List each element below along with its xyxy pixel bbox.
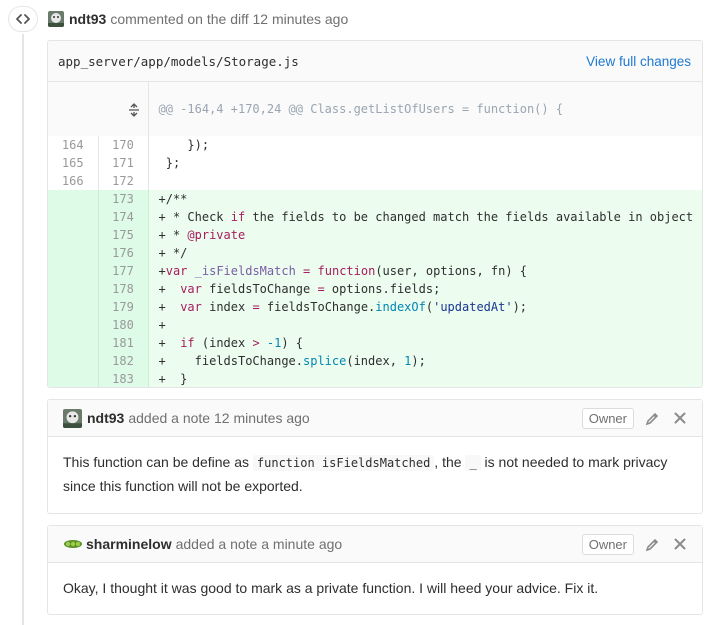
new-line-number[interactable]: 174 xyxy=(98,208,149,226)
code-line: + fieldsToChange.splice(index, 1); xyxy=(148,352,702,370)
code-line: + } xyxy=(148,370,702,387)
diff-table: @@ -164,4 +170,24 @@ Class.getListOfUser… xyxy=(48,82,702,387)
old-line-number[interactable]: 165 xyxy=(48,154,99,172)
new-line-number[interactable]: 182 xyxy=(98,352,149,370)
new-line-number[interactable]: 176 xyxy=(98,244,149,262)
note-text: , the xyxy=(434,454,466,470)
new-line-number[interactable]: 172 xyxy=(98,172,149,190)
timeline-line xyxy=(22,34,24,625)
new-line-number[interactable]: 175 xyxy=(98,226,149,244)
avatar[interactable] xyxy=(63,408,82,428)
code-icon xyxy=(8,6,38,32)
view-full-changes-link[interactable]: View full changes xyxy=(586,54,691,69)
code-line xyxy=(148,172,702,190)
code-line: +var _isFieldsMatch = function(user, opt… xyxy=(148,262,702,280)
diff-line: 181 + if (index > -1) { xyxy=(48,334,702,352)
old-line-number[interactable]: 164 xyxy=(48,136,99,154)
note-body: Okay, I thought it was good to mark as a… xyxy=(63,580,599,596)
hunk-header: @@ -164,4 +170,24 @@ Class.getListOfUser… xyxy=(148,82,702,136)
note-2: sharminelow added a note a minute ago Ow… xyxy=(47,525,703,615)
diff-line: 173 +/** xyxy=(48,190,702,208)
close-icon[interactable] xyxy=(671,410,688,427)
new-line-number[interactable]: 178 xyxy=(98,280,149,298)
old-line-number[interactable] xyxy=(48,280,99,298)
note-author[interactable]: ndt93 xyxy=(87,410,124,426)
owner-badge: Owner xyxy=(581,533,634,555)
new-line-number[interactable]: 180 xyxy=(98,316,149,334)
diff-file: app_server/app/models/Storage.js View fu… xyxy=(47,40,703,388)
avatar[interactable] xyxy=(63,535,82,553)
note-header: ndt93 added a note 12 minutes ago Owner xyxy=(48,400,702,437)
new-line-number[interactable]: 173 xyxy=(98,190,149,208)
note-meta: added a note a minute ago xyxy=(175,536,343,552)
discussion-header: ndt93 commented on the diff 12 minutes a… xyxy=(48,9,348,29)
note-body: This function can be define as function … xyxy=(48,437,702,512)
old-line-number[interactable] xyxy=(48,226,99,244)
owner-badge: Owner xyxy=(581,407,634,429)
old-line-number[interactable] xyxy=(48,190,99,208)
discussion-time: 12 minutes ago xyxy=(252,11,349,27)
new-line-number[interactable]: 177 xyxy=(98,262,149,280)
new-line-number[interactable]: 183 xyxy=(98,370,149,387)
diff-line: 180 + xyxy=(48,316,702,334)
note-author[interactable]: sharminelow xyxy=(86,536,172,552)
inline-code: function isFieldsMatched xyxy=(252,455,435,471)
note-meta: added a note 12 minutes ago xyxy=(128,410,310,426)
file-path: app_server/app/models/Storage.js xyxy=(58,53,299,69)
code-line: + * Check if the fields to be changed ma… xyxy=(148,208,702,226)
discussion-action: commented on the diff xyxy=(110,11,249,27)
note-text: This function can be define as xyxy=(63,454,253,470)
new-line-number[interactable]: 181 xyxy=(98,334,149,352)
old-line-number[interactable] xyxy=(48,334,99,352)
old-line-number[interactable]: 166 xyxy=(48,172,99,190)
expand-icon[interactable] xyxy=(48,82,149,136)
new-line-number[interactable]: 171 xyxy=(98,154,149,172)
discussion-author[interactable]: ndt93 xyxy=(69,11,106,27)
pencil-icon[interactable] xyxy=(644,536,661,553)
diff-line: 183 + } xyxy=(48,370,702,387)
close-icon[interactable] xyxy=(671,536,688,553)
inline-code: _ xyxy=(465,455,481,471)
pencil-icon[interactable] xyxy=(644,410,661,427)
new-line-number[interactable]: 170 xyxy=(98,136,149,154)
old-line-number[interactable] xyxy=(48,352,99,370)
diff-line: 174 + * Check if the fields to be changed… xyxy=(48,208,702,226)
note-1: ndt93 added a note 12 minutes ago Owner … xyxy=(47,399,703,514)
code-line: + if (index > -1) { xyxy=(148,334,702,352)
old-line-number[interactable] xyxy=(48,316,99,334)
file-header: app_server/app/models/Storage.js View fu… xyxy=(48,41,702,82)
diff-line: 178 + var fieldsToChange = options.fields… xyxy=(48,280,702,298)
code-line: }; xyxy=(158,156,181,170)
old-line-number[interactable] xyxy=(48,244,99,262)
code-line: + xyxy=(148,316,702,334)
diff-line: 176 + */ xyxy=(48,244,702,262)
old-line-number[interactable] xyxy=(48,298,99,316)
code-line: + var fieldsToChange = options.fields; xyxy=(148,280,702,298)
code-line: + * @private xyxy=(148,226,702,244)
diff-line: 164 170 }); xyxy=(48,136,702,154)
old-line-number[interactable] xyxy=(48,370,99,387)
new-line-number[interactable]: 179 xyxy=(98,298,149,316)
diff-line: 166 172 xyxy=(48,172,702,190)
avatar[interactable] xyxy=(48,11,64,27)
note-header: sharminelow added a note a minute ago Ow… xyxy=(48,526,702,563)
diff-line: 182 + fieldsToChange.splice(index, 1); xyxy=(48,352,702,370)
diff-line: 179 + var index = fieldsToChange.indexOf(… xyxy=(48,298,702,316)
old-line-number[interactable] xyxy=(48,262,99,280)
diff-line: 177 +var _isFieldsMatch = function(user, … xyxy=(48,262,702,280)
code-line: +/** xyxy=(148,190,702,208)
code-line: + var index = fieldsToChange.indexOf('up… xyxy=(148,298,702,316)
code-line: + */ xyxy=(148,244,702,262)
hunk-header-row: @@ -164,4 +170,24 @@ Class.getListOfUser… xyxy=(48,82,702,136)
old-line-number[interactable] xyxy=(48,208,99,226)
code-line: }); xyxy=(158,138,210,152)
diff-line: 165 171 }; xyxy=(48,154,702,172)
diff-line: 175 + * @private xyxy=(48,226,702,244)
